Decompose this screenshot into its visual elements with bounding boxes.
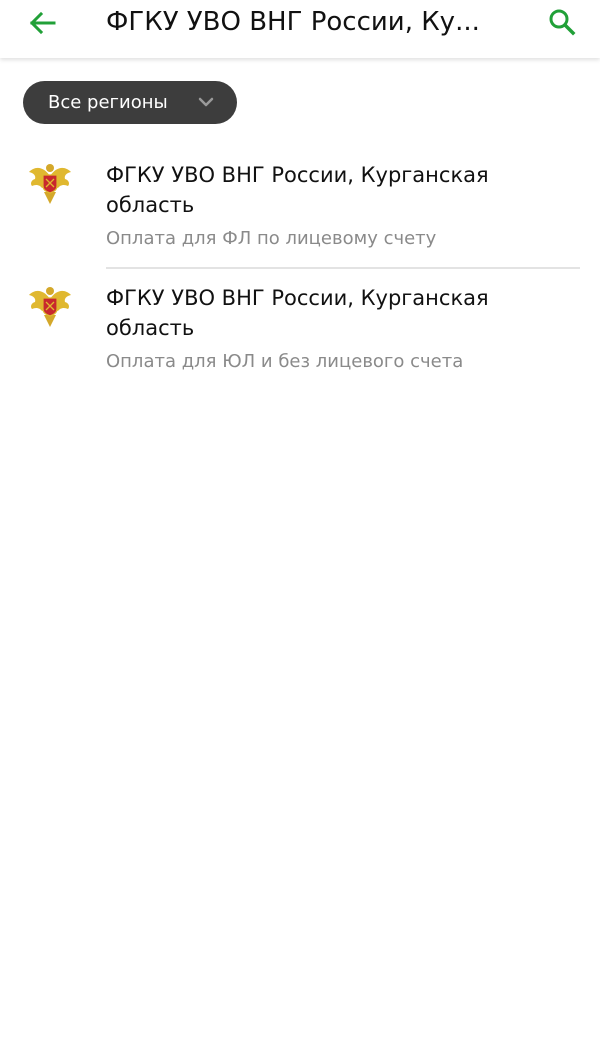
results-list: ФГКУ УВО ВНГ России, Курганская область … (0, 146, 600, 392)
list-item[interactable]: ФГКУ УВО ВНГ России, Курганская область … (0, 269, 600, 392)
item-subtitle: Оплата для ЮЛ и без лицевого счета (106, 351, 464, 372)
search-button[interactable] (542, 4, 582, 40)
rosgvardia-emblem-icon (29, 287, 71, 327)
item-subtitle: Оплата для ФЛ по лицевому счету (106, 228, 437, 249)
item-title: ФГКУ УВО ВНГ России, Курганская область (106, 286, 489, 340)
region-filter-chip[interactable]: Все регионы (23, 81, 237, 124)
region-filter-label: Все регионы (48, 91, 168, 113)
page-title: ФГКУ УВО ВНГ России, Ку... (106, 7, 480, 37)
search-icon (549, 9, 576, 36)
rosgvardia-emblem-icon (29, 164, 71, 204)
chevron-down-icon (198, 97, 214, 107)
item-title: ФГКУ УВО ВНГ России, Курганская область (106, 163, 489, 217)
arrow-left-icon (29, 11, 56, 35)
back-button[interactable] (22, 5, 62, 41)
list-item[interactable]: ФГКУ УВО ВНГ России, Курганская область … (0, 146, 600, 269)
app-bar: ФГКУ УВО ВНГ России, Ку... (0, 0, 600, 58)
